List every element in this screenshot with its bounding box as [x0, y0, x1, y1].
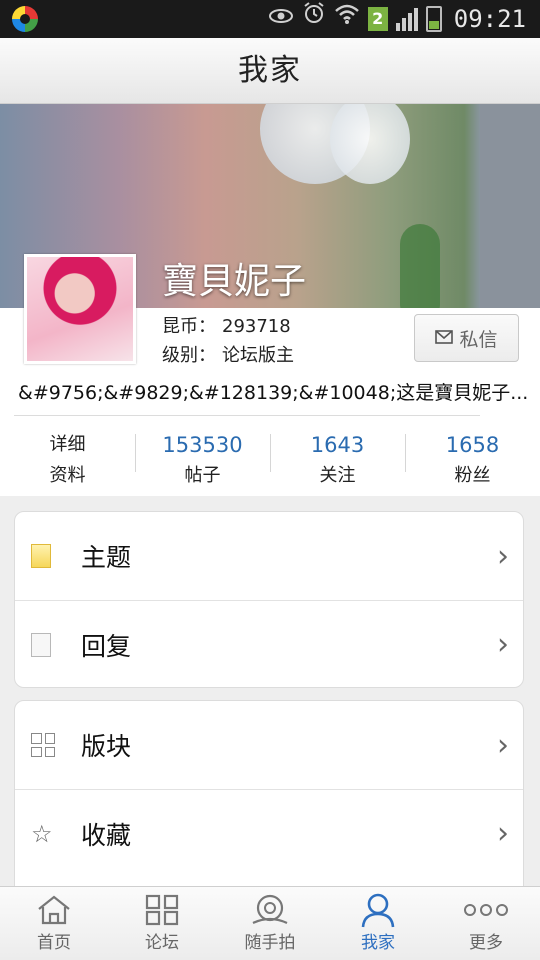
- camera-lens-icon: [216, 887, 324, 933]
- status-bar: 2 09:21: [0, 0, 540, 38]
- stat-label: 关注: [319, 465, 356, 486]
- stat-profile-details[interactable]: 详细 资料: [0, 428, 135, 490]
- chevron-right-icon: ›: [497, 538, 509, 574]
- coins-value: 293718: [222, 316, 291, 337]
- status-icons: 2 09:21: [268, 0, 526, 38]
- private-message-button[interactable]: 私信: [414, 314, 519, 362]
- nav-label: 我家: [361, 933, 395, 953]
- username: 寶貝妮子: [162, 261, 307, 302]
- user-signature: &#9756;&#9829;&#128139;&#10048;这是寶貝妮子...: [18, 382, 529, 404]
- stat-label: 资料: [49, 465, 86, 486]
- coins-line: 昆币： 293718: [162, 312, 291, 338]
- level-value: 论坛版主: [222, 345, 294, 366]
- envelope-icon: [435, 327, 454, 349]
- menu-card-posts: 主题 › 回复 ›: [14, 511, 524, 688]
- nav-more[interactable]: 更多: [432, 887, 540, 960]
- menu-item-label: 主题: [81, 543, 132, 572]
- menu-item-boards[interactable]: 版块 ›: [15, 701, 523, 789]
- menu-item-label: 版块: [81, 732, 132, 761]
- menu-card-boards: 版块 › ☆ 收藏 ›: [14, 700, 524, 900]
- stats-bar: 详细 资料 153530 帖子 1643 关注 1658 粉丝: [0, 428, 540, 490]
- app-launcher-icon: [12, 6, 38, 32]
- chevron-right-icon: ›: [497, 627, 509, 662]
- level-line: 级别： 论坛版主: [162, 341, 294, 367]
- more-dots-icon: [432, 887, 540, 933]
- stat-value: 详细: [49, 434, 86, 455]
- status-time: 09:21: [453, 5, 526, 33]
- title-bar: 我家: [0, 38, 540, 104]
- menu-item-favorites[interactable]: ☆ 收藏 ›: [15, 789, 523, 877]
- divider: [14, 415, 480, 416]
- nav-label: 论坛: [145, 933, 179, 953]
- nav-home[interactable]: 首页: [0, 887, 108, 960]
- signal-icon: [395, 7, 418, 31]
- star-icon: ☆: [31, 819, 53, 848]
- document-yellow-icon: [31, 544, 51, 568]
- person-icon: [324, 887, 432, 933]
- avatar[interactable]: [24, 254, 136, 364]
- nav-label: 更多: [469, 933, 503, 953]
- stat-label: 帖子: [184, 465, 221, 486]
- menu-item-label: 收藏: [81, 820, 132, 850]
- eye-icon: [268, 0, 294, 38]
- menu-item-replies[interactable]: 回复 ›: [15, 600, 523, 687]
- private-message-label: 私信: [459, 328, 498, 351]
- stat-following[interactable]: 1643 关注: [270, 428, 405, 490]
- home-icon: [0, 887, 108, 933]
- nav-label: 随手拍: [244, 933, 296, 953]
- alarm-icon: [302, 0, 326, 38]
- nav-label: 首页: [37, 933, 71, 953]
- chevron-right-icon: ›: [497, 727, 509, 763]
- menu-item-label: 回复: [81, 631, 132, 661]
- page-title: 我家: [238, 53, 302, 88]
- bottom-nav: 首页 论坛 随手拍 我家 更多: [0, 886, 540, 960]
- document-gray-icon: [31, 632, 51, 657]
- grid-icon: [31, 733, 55, 757]
- stat-posts[interactable]: 153530 帖子: [135, 428, 270, 490]
- stat-value: 153530: [162, 433, 243, 457]
- grid-icon: [108, 887, 216, 933]
- chevron-right-icon: ›: [497, 816, 509, 851]
- battery-icon: [425, 6, 442, 32]
- nav-forum[interactable]: 论坛: [108, 887, 216, 960]
- coins-label: 昆币：: [162, 316, 216, 337]
- menu-item-topics[interactable]: 主题 ›: [15, 512, 523, 600]
- nav-snapshot[interactable]: 随手拍: [216, 887, 324, 960]
- stat-followers[interactable]: 1658 粉丝: [405, 428, 540, 490]
- stat-label: 粉丝: [454, 465, 491, 486]
- wifi-icon: [334, 0, 360, 38]
- stat-value: 1658: [445, 433, 500, 457]
- nav-my-home[interactable]: 我家: [324, 887, 432, 960]
- stat-value: 1643: [310, 433, 365, 457]
- level-label: 级别：: [162, 345, 216, 366]
- sim-icon: 2: [367, 7, 388, 31]
